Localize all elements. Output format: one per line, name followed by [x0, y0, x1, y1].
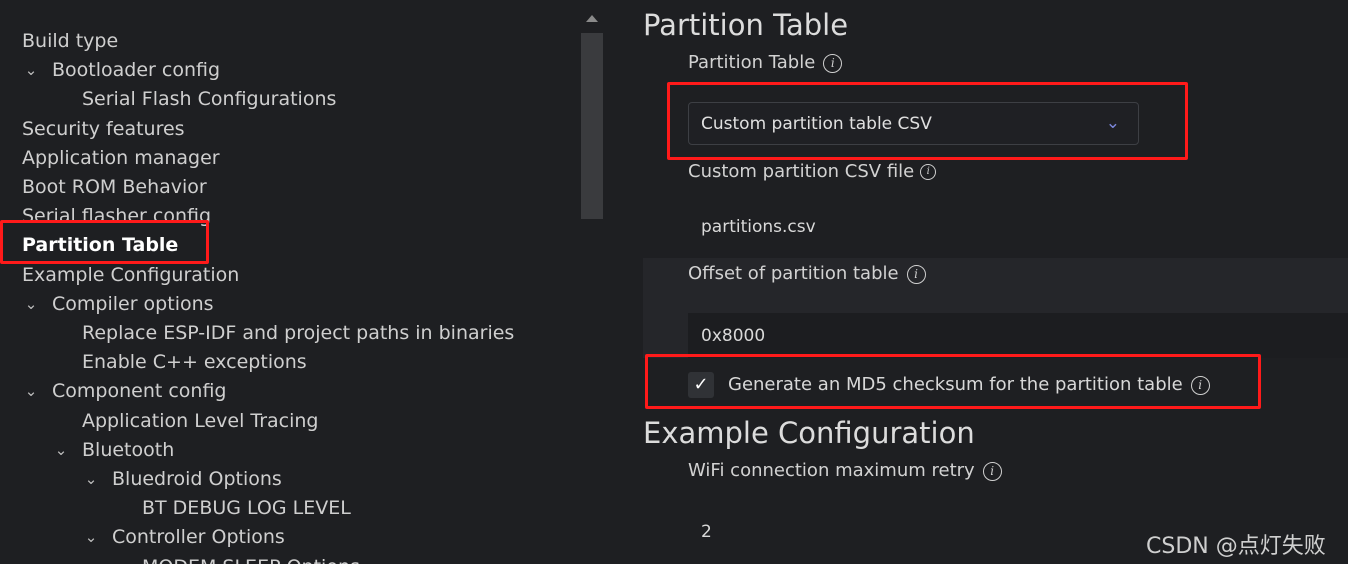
sidebar-item-label: Bootloader config	[52, 59, 221, 82]
sidebar-item-label: Application Level Tracing	[82, 409, 319, 432]
sidebar-item-label: Enable C++ exceptions	[82, 351, 307, 374]
custom-csv-setting-label: Custom partition CSV file i	[688, 161, 937, 182]
info-icon[interactable]: i	[823, 53, 843, 73]
sidebar-item-label: Bluedroid Options	[112, 468, 282, 490]
sidebar-item[interactable]: Replace ESP-IDF and project paths in bin…	[0, 319, 580, 348]
sidebar-scrollbar[interactable]	[581, 33, 603, 219]
sidebar-item-label: MODEM SLEEP Options	[142, 553, 360, 564]
sidebar-item-label: Controller Options	[112, 526, 285, 549]
sidebar-item[interactable]: MODEM SLEEP Options	[0, 553, 580, 564]
sidebar-item[interactable]: Security features	[0, 115, 580, 144]
custom-csv-input[interactable]: partitions.csv	[701, 217, 816, 237]
sidebar-item-label: Replace ESP-IDF and project paths in bin…	[82, 322, 515, 344]
offset-setting-label: Offset of partition table i	[688, 263, 926, 284]
info-icon[interactable]: i	[982, 461, 1002, 481]
wifi-retry-input[interactable]: 2	[701, 522, 712, 542]
app-root: Build type ⌄ Bootloader config Serial Flash…	[0, 0, 1348, 564]
sidebar-item[interactable]: Build type	[0, 27, 580, 56]
chevron-down-icon[interactable]: ⌄	[22, 56, 40, 85]
chevron-down-icon[interactable]: ⌄	[22, 377, 40, 406]
scroll-up-arrow-icon[interactable]	[586, 15, 598, 22]
sidebar-item[interactable]: ⌄ Compiler options	[0, 290, 580, 319]
info-icon[interactable]: i	[920, 164, 937, 180]
sidebar-item[interactable]: Boot ROM Behavior	[0, 173, 580, 202]
sidebar-item-label: BT DEBUG LOG LEVEL	[142, 497, 351, 520]
offset-input[interactable]	[688, 313, 1348, 358]
highlight-box-select	[667, 82, 1188, 160]
highlight-box-md5	[645, 354, 1261, 409]
sidebar-item[interactable]: ⌄ Bluetooth	[0, 436, 580, 465]
sidebar-item-label: Compiler options	[52, 292, 214, 315]
chevron-down-icon[interactable]: ⌄	[82, 523, 100, 552]
partition-table-setting-label: Partition Table i	[688, 52, 843, 73]
sidebar-item[interactable]: ⌄ Component config	[0, 377, 580, 406]
offset-label-text: Offset of partition table	[688, 263, 899, 284]
partition-section-title: Partition Table	[643, 8, 849, 42]
sidebar-item[interactable]: ⌄ Controller Options	[0, 523, 580, 552]
custom-csv-label-text: Custom partition CSV file	[688, 161, 915, 182]
wifi-retry-setting-label: WiFi connection maximum retry i	[688, 460, 1002, 481]
sidebar-item-label: Application manager	[22, 146, 220, 169]
watermark: CSDN @点灯失败	[1146, 534, 1326, 559]
sidebar-item-label: Serial Flash Configurations	[82, 88, 337, 111]
sidebar-item[interactable]: Serial Flash Configurations	[0, 85, 580, 114]
chevron-down-icon[interactable]: ⌄	[22, 290, 40, 319]
info-icon[interactable]: i	[906, 264, 926, 284]
sidebar-item[interactable]: Enable C++ exceptions	[0, 348, 580, 377]
chevron-down-icon[interactable]: ⌄	[82, 465, 100, 494]
offset-input-value: 0x8000	[701, 326, 766, 346]
sidebar-item[interactable]: Example Configuration	[0, 261, 580, 290]
sidebar-item-label: Bluetooth	[82, 438, 175, 461]
sidebar-item-label: Boot ROM Behavior	[22, 176, 207, 198]
chevron-down-icon[interactable]: ⌄	[52, 436, 70, 465]
example-section-title: Example Configuration	[643, 416, 975, 450]
sidebar-item-label: Component config	[52, 380, 227, 403]
sidebar-item-label: Example Configuration	[22, 263, 240, 286]
sidebar-item[interactable]: BT DEBUG LOG LEVEL	[0, 494, 580, 523]
wifi-retry-label-text: WiFi connection maximum retry	[688, 460, 975, 481]
sidebar-item[interactable]: Application manager	[0, 144, 580, 173]
sidebar-item[interactable]: ⌄ Bootloader config	[0, 56, 580, 85]
sidebar-item-label: Security features	[22, 117, 185, 140]
highlight-box-sidebar	[0, 220, 209, 264]
sidebar-item[interactable]: ⌄ Bluedroid Options	[0, 465, 580, 494]
sidebar-item-label: Build type	[22, 30, 119, 52]
partition-table-label-text: Partition Table	[688, 52, 816, 73]
sidebar: Build type ⌄ Bootloader config Serial Flash…	[0, 0, 606, 564]
sidebar-item[interactable]: Application Level Tracing	[0, 407, 580, 436]
